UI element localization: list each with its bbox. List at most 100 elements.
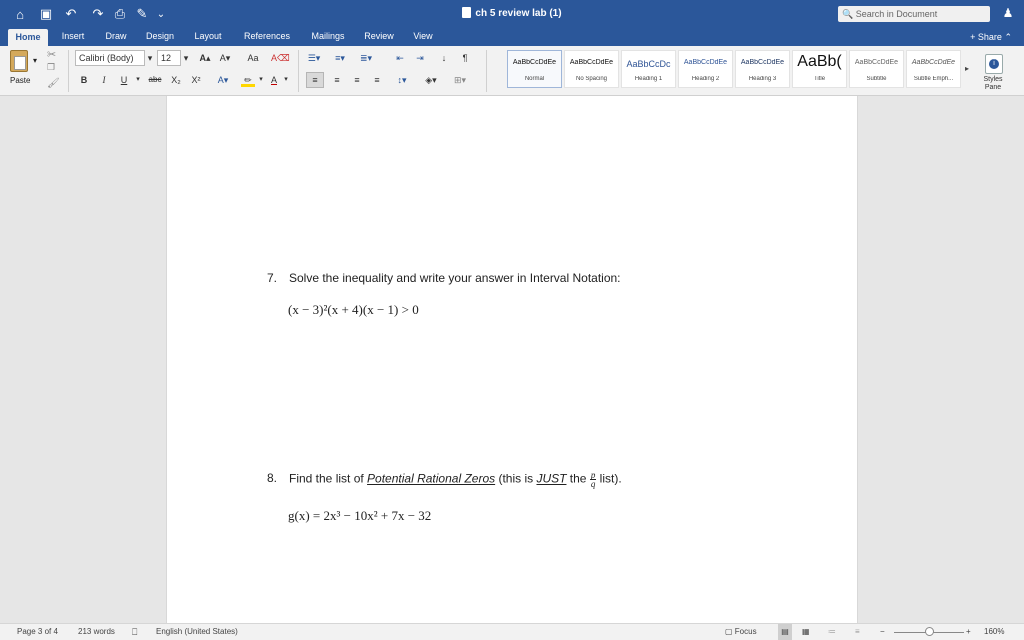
paste-dropdown-icon[interactable]: ▾ — [33, 56, 37, 65]
style-preview-heading-2: AaBbCcDdEe — [683, 59, 728, 66]
justify-icon[interactable]: ≡ — [368, 72, 386, 88]
style-subtle-emphasis[interactable]: AaBbCcDdEe Subtle Emph... — [906, 50, 961, 88]
q8-text-the: the — [566, 471, 590, 486]
zoom-slider-handle[interactable] — [925, 627, 934, 636]
tab-insert[interactable]: Insert — [54, 28, 92, 46]
multilevel-list-icon[interactable]: ≣▾ — [356, 50, 376, 66]
underline-button[interactable]: U — [116, 72, 132, 88]
web-layout-icon[interactable]: ▦ — [802, 624, 810, 640]
tab-mailings[interactable]: Mailings — [304, 28, 352, 46]
style-normal[interactable]: AaBbCcDdEe Normal — [507, 50, 562, 88]
tab-view[interactable]: View — [406, 28, 440, 46]
grow-font-icon[interactable]: A▴ — [198, 50, 212, 66]
highlight-icon[interactable]: ✏ — [238, 72, 258, 88]
search-box[interactable]: 🔍 Search in Document — [838, 6, 990, 22]
draft-view-icon[interactable]: ≡ — [855, 624, 860, 640]
align-left-icon[interactable]: ≡ — [306, 72, 324, 88]
style-preview-title: AaBb( — [797, 53, 842, 70]
tab-home[interactable]: Home — [8, 29, 48, 46]
style-heading-3[interactable]: AaBbCcDdEe Heading 3 — [735, 50, 790, 88]
styles-pane-label[interactable]: Styles Pane — [976, 76, 1010, 92]
italic-button[interactable]: I — [96, 72, 112, 88]
strikethrough-button[interactable]: abc — [144, 72, 166, 88]
share-label: Share — [977, 32, 1002, 42]
text-effects-icon[interactable]: A▾ — [212, 72, 234, 88]
print-icon[interactable]: ⎙ — [112, 6, 128, 22]
pilcrow-icon[interactable]: ¶ — [458, 50, 472, 66]
q8-text-before: Find the list of — [289, 471, 368, 486]
style-preview-no-spacing: AaBbCcDdEe — [569, 59, 614, 66]
outline-view-icon[interactable]: ≔ — [828, 624, 836, 640]
sort-icon[interactable]: ↓ — [436, 50, 452, 66]
account-icon[interactable]: ♟ — [1000, 6, 1016, 22]
tab-references[interactable]: References — [238, 28, 296, 46]
save-icon[interactable]: ▣ — [38, 6, 54, 22]
question-7-number: 7. — [267, 271, 278, 285]
question-8-text: Find the list of Potential Rational Zero… — [289, 471, 622, 489]
print-layout-icon[interactable]: ▤ — [778, 624, 792, 640]
page-count[interactable]: Page 3 of 4 — [17, 624, 58, 640]
font-color-icon[interactable]: A — [266, 72, 282, 88]
focus-label: Focus — [734, 627, 757, 636]
numbering-icon[interactable]: ≡▾ — [330, 50, 350, 66]
bold-button[interactable]: B — [76, 72, 92, 88]
tab-layout[interactable]: Layout — [188, 28, 228, 46]
change-case-icon[interactable]: Aa — [244, 50, 262, 66]
align-center-icon[interactable]: ≡ — [328, 72, 346, 88]
style-heading-1[interactable]: AaBbCcDc Heading 1 — [621, 50, 676, 88]
edit-icon[interactable]: ✎ — [134, 6, 150, 22]
style-name-no-spacing: No Spacing — [575, 76, 608, 82]
copy-icon[interactable]: ❐ — [47, 62, 55, 73]
line-spacing-icon[interactable]: ↕▾ — [392, 72, 412, 88]
tab-design[interactable]: Design — [140, 28, 180, 46]
tab-draw[interactable]: Draw — [100, 28, 132, 46]
paste-label[interactable]: Paste — [10, 76, 30, 85]
style-name-normal: Normal — [524, 76, 545, 82]
bullets-icon[interactable]: ☰▾ — [304, 50, 324, 66]
q8-text-mid: (this is — [495, 471, 537, 486]
q8-text-after: list). — [596, 471, 622, 486]
document-page[interactable]: 7. Solve the inequality and write your a… — [166, 96, 858, 623]
language-status[interactable]: English (United States) — [156, 624, 238, 640]
borders-icon[interactable]: ⊞▾ — [446, 72, 474, 88]
shading-icon[interactable]: ◈▾ — [420, 72, 442, 88]
align-right-icon[interactable]: ≡ — [348, 72, 366, 88]
zoom-level[interactable]: 160% — [984, 624, 1004, 640]
styles-gallery-more-icon[interactable]: ▸ — [965, 64, 969, 73]
font-name-dropdown-icon[interactable]: ▾ — [145, 50, 155, 66]
styles-pane-icon[interactable]: i — [985, 54, 1003, 74]
increase-indent-icon[interactable]: ⇥ — [412, 50, 428, 66]
style-subtitle[interactable]: AaBbCcDdEe Subtitle — [849, 50, 904, 88]
font-size-select[interactable]: 12 — [157, 50, 181, 66]
clear-formatting-icon[interactable]: A⌫ — [270, 50, 290, 66]
home-icon[interactable]: ⌂ — [12, 6, 28, 22]
style-heading-2[interactable]: AaBbCcDdEe Heading 2 — [678, 50, 733, 88]
undo-icon[interactable]: ↶ — [62, 6, 80, 22]
style-title[interactable]: AaBb( Title — [792, 50, 847, 88]
underline-dropdown-icon[interactable]: ▾ — [135, 72, 141, 88]
font-size-dropdown-icon[interactable]: ▾ — [181, 50, 191, 66]
add-person-icon: + — [970, 32, 976, 42]
font-color-dropdown-icon[interactable]: ▾ — [282, 72, 290, 88]
paper-icon — [14, 56, 26, 70]
tab-review[interactable]: Review — [360, 28, 398, 46]
proofing-icon[interactable]: ⎕ — [132, 624, 137, 640]
zoom-out-icon[interactable]: − — [880, 624, 885, 640]
cut-icon[interactable]: ✂ — [47, 48, 56, 61]
shrink-font-icon[interactable]: A▾ — [218, 50, 232, 66]
question-8-number: 8. — [267, 471, 278, 485]
superscript-button[interactable]: X² — [188, 72, 204, 88]
share-button[interactable]: + Share ⌃ — [970, 29, 1012, 45]
decrease-indent-icon[interactable]: ⇤ — [392, 50, 408, 66]
subscript-button[interactable]: X₂ — [168, 72, 184, 88]
customize-icon[interactable]: ⌄ — [156, 6, 166, 22]
word-count[interactable]: 213 words — [78, 624, 115, 640]
style-no-spacing[interactable]: AaBbCcDdEe No Spacing — [564, 50, 619, 88]
focus-button[interactable]: ▢ Focus — [725, 624, 757, 640]
zoom-in-icon[interactable]: + — [966, 624, 971, 640]
format-painter-icon[interactable]: 🖌 — [47, 78, 60, 89]
redo-icon[interactable]: ↷ — [90, 6, 106, 22]
highlight-dropdown-icon[interactable]: ▾ — [258, 72, 264, 88]
font-name-select[interactable]: Calibri (Body) — [75, 50, 145, 66]
q8-just-text: JUST — [536, 471, 567, 486]
